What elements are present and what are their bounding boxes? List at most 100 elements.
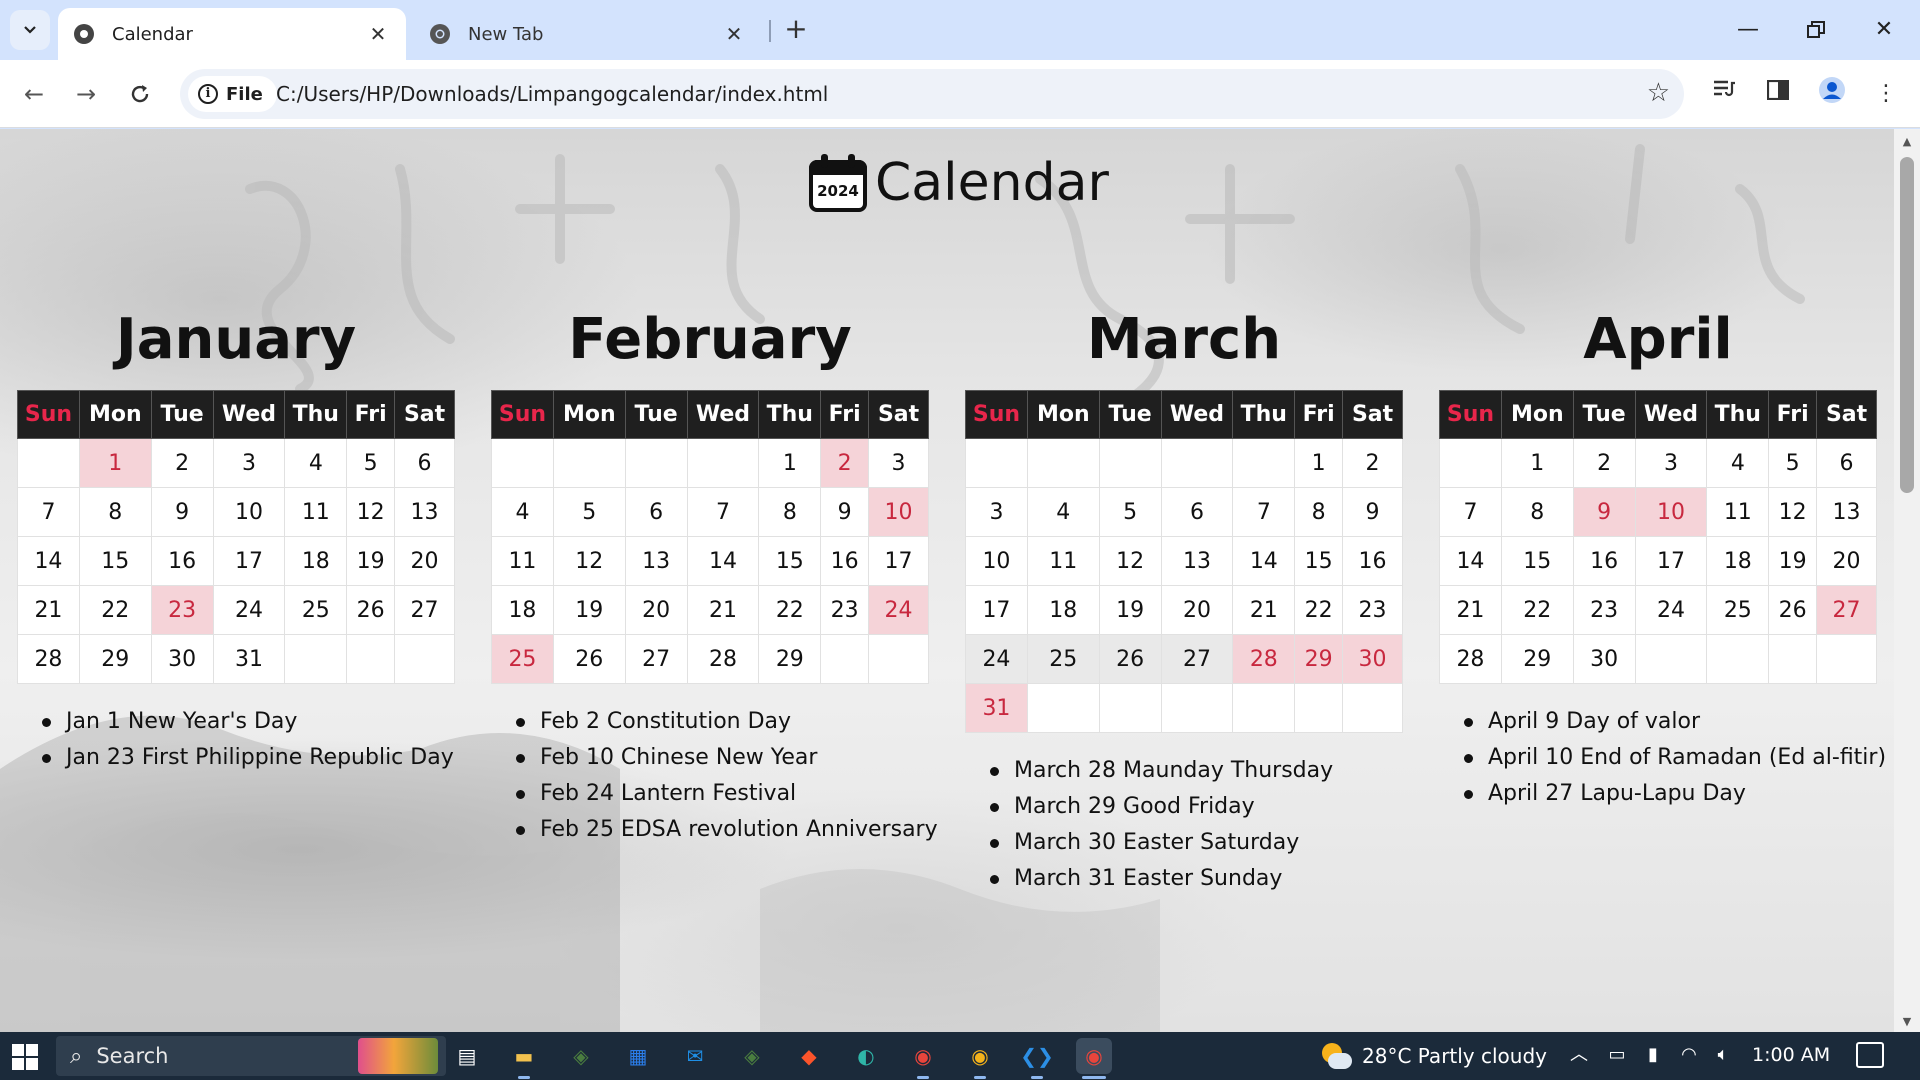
weather-widget[interactable]: 28°C Partly cloudy <box>1318 1038 1547 1074</box>
close-window-button[interactable]: ✕ <box>1860 10 1908 50</box>
vertical-scrollbar[interactable]: ▲ ▼ <box>1894 129 1920 1032</box>
day-cell[interactable]: 16 <box>820 536 870 586</box>
tab-search-button[interactable] <box>10 10 50 50</box>
day-cell[interactable]: 1 <box>78 438 152 488</box>
day-cell[interactable]: 14 <box>1232 536 1296 586</box>
day-cell[interactable]: 28 <box>1439 634 1502 684</box>
day-cell[interactable]: 8 <box>1294 487 1344 537</box>
day-cell[interactable]: 15 <box>1500 536 1574 586</box>
day-cell[interactable]: 24 <box>868 585 929 635</box>
windows-start-button[interactable] <box>12 1044 38 1070</box>
chrome-browser-icon[interactable]: ◉ <box>1076 1038 1112 1074</box>
scrollbar-thumb[interactable] <box>1900 157 1914 493</box>
day-cell[interactable]: 3 <box>1634 438 1708 488</box>
day-cell[interactable]: 4 <box>1706 438 1770 488</box>
day-cell[interactable]: 15 <box>1294 536 1344 586</box>
day-cell[interactable]: 17 <box>1634 536 1708 586</box>
day-cell[interactable]: 1 <box>1294 438 1344 488</box>
day-cell[interactable]: 26 <box>1098 634 1162 684</box>
day-cell[interactable]: 24 <box>212 585 286 635</box>
day-cell[interactable]: 13 <box>394 487 455 537</box>
day-cell[interactable]: 28 <box>686 634 760 684</box>
day-cell[interactable]: 22 <box>78 585 152 635</box>
bookmark-star-icon[interactable]: ☆ <box>1647 78 1670 108</box>
battery-icon[interactable]: ▮ <box>1640 1042 1666 1068</box>
day-cell[interactable]: 22 <box>758 585 822 635</box>
day-cell[interactable]: 23 <box>1342 585 1403 635</box>
day-cell[interactable]: 29 <box>758 634 822 684</box>
day-cell[interactable]: 25 <box>1026 634 1100 684</box>
day-cell[interactable]: 8 <box>78 487 152 537</box>
menu-kebab-icon[interactable]: ⋮ <box>1868 76 1904 112</box>
meet-now-icon[interactable]: ▭ <box>1604 1042 1630 1068</box>
day-cell[interactable]: 14 <box>686 536 760 586</box>
vscode-icon[interactable]: ❮❯ <box>1019 1038 1055 1074</box>
close-tab-icon[interactable]: ✕ <box>364 22 392 46</box>
day-cell[interactable]: 12 <box>1098 536 1162 586</box>
chrome-canary-icon[interactable]: ◉ <box>962 1038 998 1074</box>
edge-browser-icon[interactable]: ◐ <box>848 1038 884 1074</box>
tab-new-tab[interactable]: New Tab ✕ <box>414 8 762 60</box>
day-cell[interactable]: 17 <box>212 536 286 586</box>
day-cell[interactable]: 23 <box>820 585 870 635</box>
day-cell[interactable]: 30 <box>1572 634 1636 684</box>
site-info-chip[interactable]: i File <box>188 76 277 112</box>
day-cell[interactable]: 8 <box>758 487 822 537</box>
day-cell[interactable]: 14 <box>1439 536 1502 586</box>
day-cell[interactable]: 11 <box>284 487 348 537</box>
day-cell[interactable]: 25 <box>284 585 348 635</box>
day-cell[interactable]: 1 <box>1500 438 1574 488</box>
day-cell[interactable]: 22 <box>1500 585 1574 635</box>
show-hidden-icons-chevron-icon[interactable]: ︿ <box>1566 1042 1592 1068</box>
app-icon[interactable]: ◈ <box>563 1038 599 1074</box>
day-cell[interactable]: 13 <box>624 536 688 586</box>
day-cell[interactable]: 18 <box>284 536 348 586</box>
day-cell[interactable]: 10 <box>868 487 929 537</box>
day-cell[interactable]: 16 <box>1572 536 1636 586</box>
minimize-button[interactable]: — <box>1724 10 1772 50</box>
day-cell[interactable]: 17 <box>868 536 929 586</box>
day-cell[interactable]: 27 <box>1816 585 1877 635</box>
day-cell[interactable]: 2 <box>820 438 870 488</box>
day-cell[interactable]: 2 <box>1342 438 1403 488</box>
restore-button[interactable] <box>1792 10 1840 50</box>
taskbar-search-box[interactable]: ⌕ Search <box>56 1036 446 1076</box>
day-cell[interactable]: 30 <box>1342 634 1403 684</box>
day-cell[interactable]: 18 <box>1026 585 1100 635</box>
wifi-icon[interactable]: ◠ <box>1676 1042 1702 1068</box>
chrome-browser-icon[interactable]: ◉ <box>905 1038 941 1074</box>
brave-browser-icon[interactable]: ◆ <box>791 1038 827 1074</box>
day-cell[interactable]: 3 <box>965 487 1028 537</box>
day-cell[interactable]: 3 <box>212 438 286 488</box>
new-tab-button[interactable]: + <box>778 12 814 48</box>
day-cell[interactable]: 20 <box>624 585 688 635</box>
tab-calendar[interactable]: Calendar ✕ <box>58 8 406 60</box>
day-cell[interactable]: 21 <box>686 585 760 635</box>
day-cell[interactable]: 1 <box>758 438 822 488</box>
day-cell[interactable]: 19 <box>346 536 396 586</box>
file-explorer-icon[interactable]: ▬ <box>506 1038 542 1074</box>
day-cell[interactable]: 18 <box>491 585 554 635</box>
day-cell[interactable]: 25 <box>491 634 554 684</box>
day-cell[interactable]: 21 <box>1232 585 1296 635</box>
day-cell[interactable]: 25 <box>1706 585 1770 635</box>
day-cell[interactable]: 3 <box>868 438 929 488</box>
day-cell[interactable]: 15 <box>758 536 822 586</box>
forward-button[interactable]: → <box>66 74 106 114</box>
day-cell[interactable]: 26 <box>1768 585 1818 635</box>
day-cell[interactable]: 26 <box>346 585 396 635</box>
back-button[interactable]: ← <box>14 74 54 114</box>
day-cell[interactable]: 11 <box>1706 487 1770 537</box>
scroll-down-arrow-icon[interactable]: ▼ <box>1894 1015 1920 1028</box>
day-cell[interactable]: 27 <box>1160 634 1234 684</box>
day-cell[interactable]: 7 <box>1439 487 1502 537</box>
day-cell[interactable]: 30 <box>150 634 214 684</box>
day-cell[interactable]: 24 <box>965 634 1028 684</box>
mail-icon[interactable]: ✉ <box>677 1038 713 1074</box>
day-cell[interactable]: 15 <box>78 536 152 586</box>
day-cell[interactable]: 13 <box>1816 487 1877 537</box>
day-cell[interactable]: 19 <box>552 585 626 635</box>
day-cell[interactable]: 7 <box>17 487 80 537</box>
store-icon[interactable]: ▦ <box>620 1038 656 1074</box>
day-cell[interactable]: 29 <box>1294 634 1344 684</box>
